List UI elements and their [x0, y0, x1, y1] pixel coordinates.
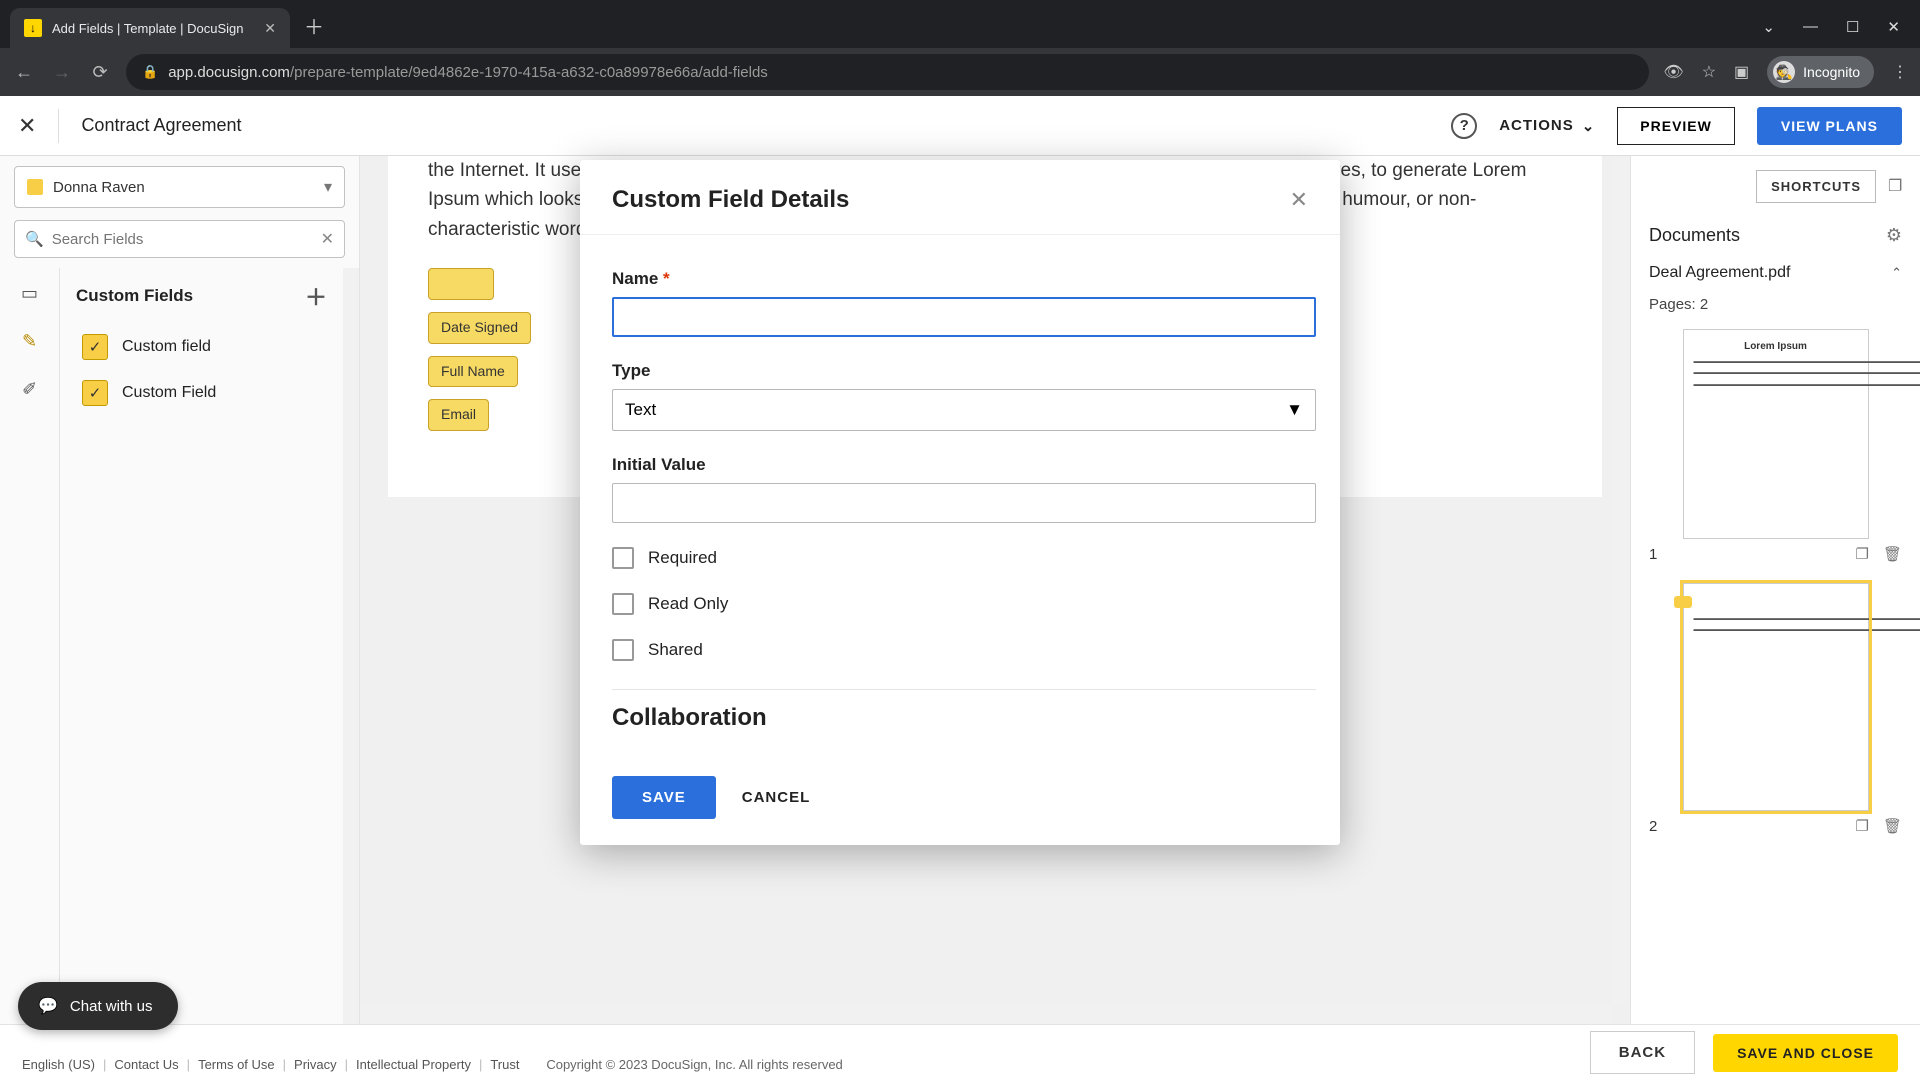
initial-value-input[interactable]: [612, 483, 1316, 523]
name-input[interactable]: [612, 297, 1316, 337]
shared-checkbox-row: Shared: [612, 639, 1316, 661]
modal-footer: SAVE CANCEL: [580, 762, 1340, 845]
section-divider: [612, 689, 1316, 690]
name-label: Name *: [612, 269, 1316, 289]
modal-title: Custom Field Details: [612, 186, 849, 214]
type-value: Text: [625, 400, 656, 420]
modal-header: Custom Field Details ✕: [580, 160, 1340, 235]
collaboration-section-header: Collaboration: [612, 704, 1316, 732]
modal-body: Name * Type Text ▼ Initial Value Require…: [580, 235, 1340, 762]
type-label: Type: [612, 361, 1316, 381]
custom-field-modal: Custom Field Details ✕ Name * Type Text …: [580, 160, 1340, 845]
save-button[interactable]: SAVE: [612, 776, 716, 819]
cancel-button[interactable]: CANCEL: [742, 789, 811, 806]
required-checkbox-row: Required: [612, 547, 1316, 569]
required-checkbox[interactable]: [612, 547, 634, 569]
readonly-label: Read Only: [648, 594, 728, 614]
required-label: Required: [648, 548, 717, 568]
readonly-checkbox[interactable]: [612, 593, 634, 615]
chevron-down-icon: ▼: [1286, 400, 1303, 420]
modal-close-icon[interactable]: ✕: [1290, 187, 1308, 213]
type-select[interactable]: Text ▼: [612, 389, 1316, 431]
shared-checkbox[interactable]: [612, 639, 634, 661]
readonly-checkbox-row: Read Only: [612, 593, 1316, 615]
initial-value-label: Initial Value: [612, 455, 1316, 475]
shared-label: Shared: [648, 640, 703, 660]
